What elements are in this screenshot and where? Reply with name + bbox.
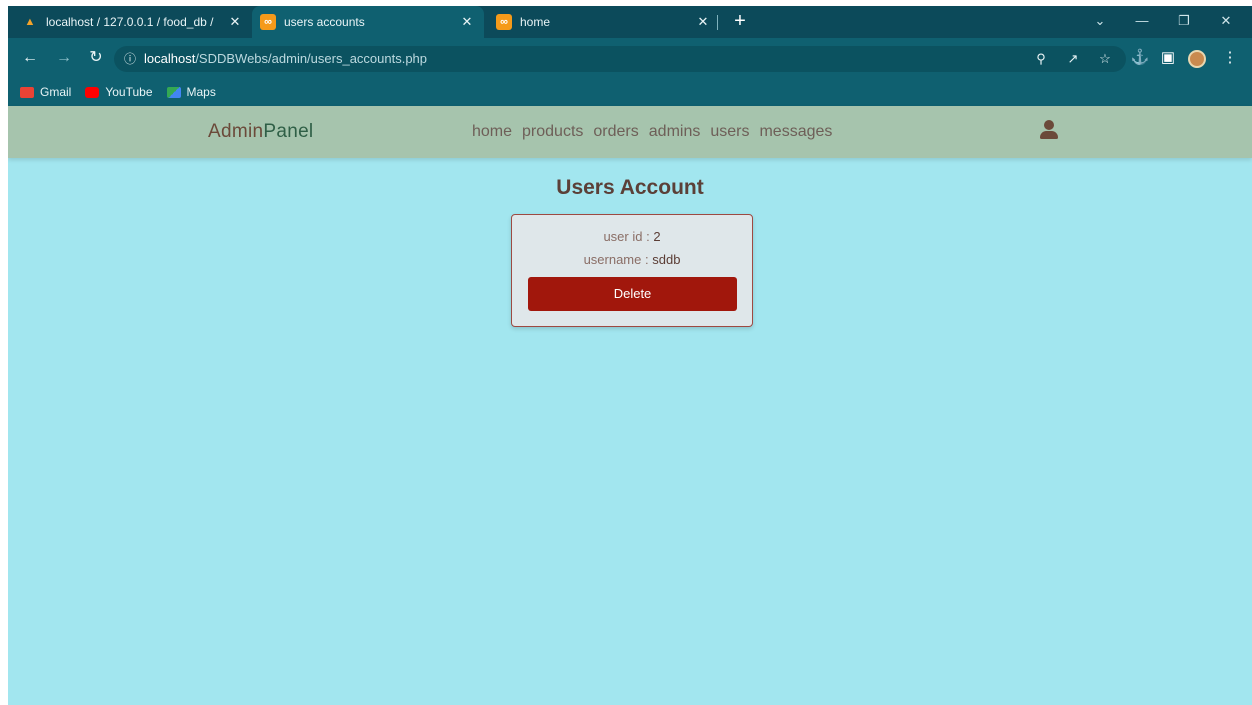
page-content: AdminPanel home products orders admins u… (8, 106, 1252, 705)
close-tab-icon[interactable]: ✕ (226, 14, 244, 30)
tab-title: home (520, 15, 551, 29)
main-nav: home products orders admins users messag… (472, 123, 842, 141)
nav-orders[interactable]: orders (593, 123, 638, 141)
site-header: AdminPanel home products orders admins u… (8, 106, 1252, 158)
user-icon[interactable] (1040, 120, 1058, 142)
logo-text-admin: Admin (208, 121, 264, 142)
site-logo[interactable]: AdminPanel (208, 121, 313, 143)
youtube-icon (85, 86, 100, 98)
close-tab-icon[interactable]: ✕ (458, 14, 476, 30)
browser-window: ▲ localhost / 127.0.0.1 / food_db / ✕ ∞ … (8, 6, 1252, 705)
maps-icon (166, 86, 181, 98)
share-icon[interactable]: ↗ (1064, 51, 1082, 67)
user-id-value: 2 (653, 229, 661, 244)
reload-icon[interactable]: ↻ (84, 46, 108, 70)
tab-users-accounts[interactable]: ∞ users accounts ✕ (252, 6, 484, 38)
page-title: Users Account (556, 176, 704, 199)
url-text: localhost/SDDBWebs/admin/users_accounts.… (144, 51, 428, 66)
xampp-icon: ∞ (496, 14, 512, 30)
bookmark-label: Gmail (40, 85, 72, 99)
address-bar[interactable]: ⓘ localhost/SDDBWebs/admin/users_account… (114, 46, 1126, 72)
tab-home[interactable]: ∞ home ✕ (488, 6, 720, 38)
new-tab-button[interactable]: + (728, 6, 752, 38)
xampp-icon: ∞ (260, 14, 276, 30)
phpmyadmin-icon: ▲ (24, 16, 36, 28)
close-tab-icon[interactable]: ✕ (694, 14, 712, 30)
tab-strip: ▲ localhost / 127.0.0.1 / food_db / ✕ ∞ … (8, 6, 1252, 38)
gmail-icon (20, 86, 34, 98)
tab-search-icon[interactable]: ⌄ (1080, 6, 1120, 38)
side-panel-icon[interactable]: ▣ (1156, 46, 1180, 70)
bookmark-label: Maps (186, 85, 216, 99)
extensions-icon[interactable]: ⚓ (1128, 46, 1152, 70)
nav-products[interactable]: products (522, 123, 583, 141)
info-icon[interactable]: ⓘ (122, 51, 138, 67)
bookmark-star-icon[interactable]: ☆ (1096, 51, 1114, 67)
nav-home[interactable]: home (472, 123, 512, 141)
user-icon-body (1040, 131, 1058, 139)
close-window-icon[interactable]: ✕ (1206, 6, 1246, 38)
bookmark-gmail[interactable]: Gmail (20, 85, 71, 99)
user-card: user id : 2 username : sddb Delete (511, 214, 753, 327)
zoom-icon[interactable]: ⚲ (1032, 51, 1050, 67)
restore-icon[interactable]: ❐ (1164, 6, 1204, 38)
tab-separator (717, 15, 718, 30)
profile-avatar[interactable] (1188, 50, 1206, 68)
nav-messages[interactable]: messages (759, 123, 832, 141)
username-row: username : sddb (512, 252, 752, 267)
bookmark-maps[interactable]: Maps (166, 85, 216, 99)
username-label: username : (583, 252, 649, 267)
menu-kebab-icon[interactable]: ⋮ (1218, 46, 1242, 70)
bookmark-youtube[interactable]: YouTube (85, 85, 153, 99)
delete-button[interactable]: Delete (528, 277, 737, 311)
forward-arrow-icon[interactable]: → (52, 46, 76, 70)
user-id-label: user id : (603, 229, 650, 244)
nav-admins[interactable]: admins (649, 123, 701, 141)
tab-title: users accounts (284, 15, 365, 29)
user-icon-head (1044, 120, 1054, 130)
user-id-row: user id : 2 (512, 229, 752, 244)
tab-phpmyadmin[interactable]: ▲ localhost / 127.0.0.1 / food_db / ✕ (14, 6, 252, 38)
browser-toolbar: ← → ↻ ⓘ localhost/SDDBWebs/admin/users_a… (8, 38, 1252, 78)
nav-users[interactable]: users (710, 123, 749, 141)
logo-text-panel: Panel (263, 121, 314, 142)
back-arrow-icon[interactable]: ← (18, 46, 42, 70)
bookmark-label: YouTube (105, 85, 153, 99)
bookmarks-bar: Gmail YouTube Maps (8, 78, 1252, 106)
username-value: sddb (652, 252, 681, 267)
tab-title: localhost / 127.0.0.1 / food_db / (46, 15, 214, 29)
minimize-icon[interactable]: — (1122, 6, 1162, 38)
